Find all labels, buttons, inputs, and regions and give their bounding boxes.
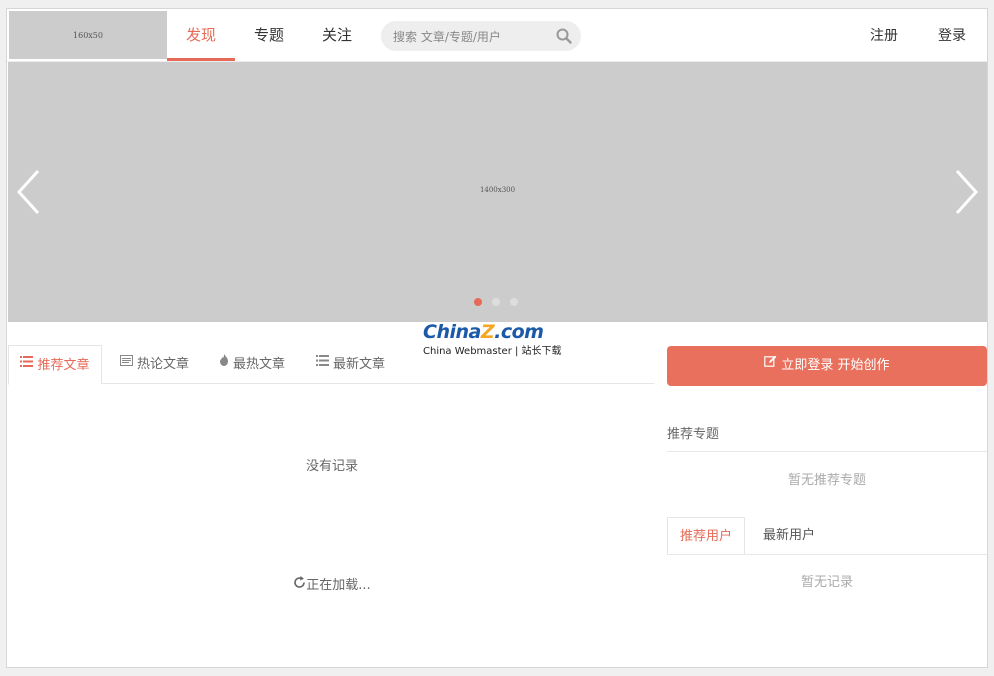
login-label: 登录 [938, 28, 966, 44]
carousel-dot[interactable] [474, 298, 482, 306]
register-link[interactable]: 注册 [870, 9, 898, 61]
divider [667, 554, 987, 555]
register-label: 注册 [870, 28, 898, 44]
logo-placeholder-text: 160x50 [73, 30, 103, 40]
refresh-icon [293, 575, 306, 593]
recommended-topics-title: 推荐专题 [667, 427, 720, 442]
loading-indicator: 正在加载... [7, 574, 657, 593]
login-create-button[interactable]: 立即登录 开始创作 [667, 346, 987, 386]
tab-recommended-label: 推荐文章 [37, 358, 90, 373]
nav-topics-label: 专题 [253, 26, 284, 44]
carousel-dot[interactable] [510, 298, 518, 306]
page-frame: 160x50 发现 专题 关注 注册 登录 1400x [6, 8, 988, 668]
nav-follow-label: 关注 [321, 26, 352, 44]
loading-text: 正在加载... [306, 578, 371, 593]
search-icon[interactable] [555, 27, 573, 45]
search-input[interactable] [391, 26, 545, 48]
nav-discover[interactable]: 发现 [167, 9, 235, 61]
tab-recommended-users-label: 推荐用户 [679, 529, 732, 544]
divider [667, 451, 987, 452]
tab-hot-discussion-label: 热论文章 [137, 357, 190, 372]
banner-carousel[interactable]: 1400x300 [8, 62, 987, 322]
carousel-dot[interactable] [492, 298, 500, 306]
chevron-right-icon[interactable] [951, 167, 981, 217]
nav-discover-label: 发现 [185, 26, 216, 44]
tab-hot-discussion[interactable]: 热论文章 [120, 345, 189, 383]
carousel-indicators [474, 298, 518, 306]
comment-icon [120, 343, 133, 383]
tab-hottest[interactable]: 最热文章 [219, 345, 285, 383]
list-icon [20, 344, 34, 384]
list-icon [316, 343, 329, 383]
topics-empty-text: 暂无推荐专题 [787, 473, 866, 488]
tab-recommended-users[interactable]: 推荐用户 [667, 517, 745, 555]
nav-follow[interactable]: 关注 [303, 9, 371, 59]
tab-latest-users[interactable]: 最新用户 [749, 517, 829, 553]
tab-latest[interactable]: 最新文章 [316, 345, 385, 383]
users-empty-text: 暂无记录 [800, 575, 853, 590]
article-tabs: 推荐文章 热论文章 最热文章 最新文章 [8, 345, 654, 385]
tab-latest-label: 最新文章 [333, 357, 386, 372]
top-navbar: 160x50 发现 专题 关注 注册 登录 [7, 9, 987, 62]
watermark-logo: ChinaZ.com [423, 321, 544, 343]
tab-latest-users-label: 最新用户 [762, 528, 815, 543]
nav-topics[interactable]: 专题 [235, 9, 303, 59]
tab-recommended[interactable]: 推荐文章 [8, 345, 102, 385]
search-box [381, 21, 581, 51]
articles-empty-text: 没有记录 [305, 459, 358, 474]
tab-hottest-label: 最热文章 [233, 357, 286, 372]
login-link[interactable]: 登录 [938, 9, 966, 61]
edit-icon [764, 344, 777, 384]
cta-label: 立即登录 开始创作 [781, 358, 890, 373]
site-logo[interactable]: 160x50 [9, 11, 167, 59]
fire-icon [219, 343, 229, 383]
chevron-left-icon[interactable] [14, 167, 44, 217]
banner-placeholder-text: 1400x300 [479, 186, 516, 194]
